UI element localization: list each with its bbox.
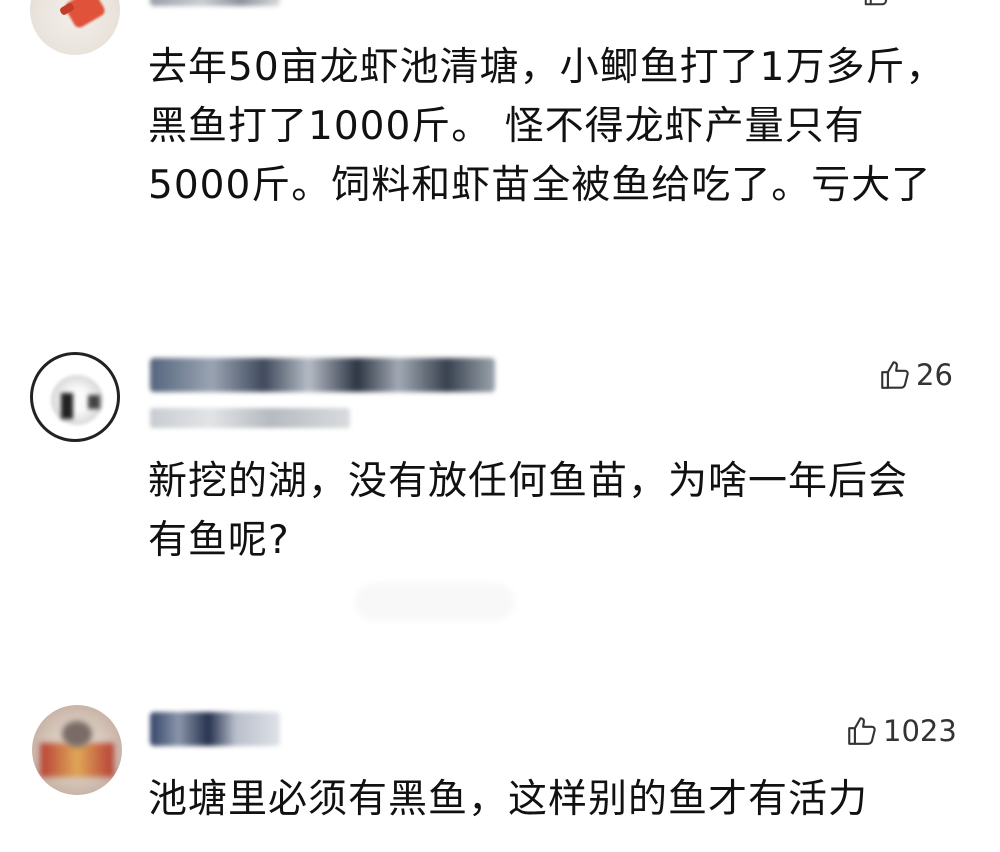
username[interactable] bbox=[150, 712, 280, 746]
comment-item: 去年50亩龙虾池清塘，小鲫鱼打了1万多斤， 黑鱼打了1000斤。 怪不得龙虾产量… bbox=[0, 0, 1000, 300]
thumbs-up-icon bbox=[848, 717, 876, 745]
thumbs-up-icon bbox=[881, 361, 909, 389]
comment-text: 池塘里必须有黑鱼，这样别的鱼才有活力 bbox=[148, 770, 968, 829]
comment-item: 1023 池塘里必须有黑鱼，这样别的鱼才有活力 bbox=[0, 690, 1000, 852]
comment-text: 新挖的湖，没有放任何鱼苗，为啥一年后会 有鱼呢? bbox=[148, 452, 968, 570]
comment-text: 去年50亩龙虾池清塘，小鲫鱼打了1万多斤， 黑鱼打了1000斤。 怪不得龙虾产量… bbox=[148, 38, 968, 215]
comment-line: 5000斤。饲料和虾苗全被鱼给吃了。亏大了 bbox=[148, 163, 932, 208]
thumbs-up-icon bbox=[864, 0, 888, 6]
like-button[interactable]: 1023 bbox=[845, 714, 957, 748]
comment-list: 去年50亩龙虾池清塘，小鲫鱼打了1万多斤， 黑鱼打了1000斤。 怪不得龙虾产量… bbox=[0, 0, 1000, 852]
avatar[interactable] bbox=[32, 705, 122, 795]
like-button[interactable] bbox=[862, 0, 896, 8]
like-count: 1023 bbox=[883, 714, 957, 748]
expand-replies-button[interactable] bbox=[355, 583, 515, 621]
comment-meta bbox=[150, 408, 350, 428]
like-button[interactable]: 26 bbox=[878, 358, 953, 392]
username[interactable] bbox=[150, 358, 495, 392]
avatar[interactable] bbox=[30, 352, 120, 442]
comment-line: 有鱼呢? bbox=[148, 518, 290, 563]
comment-line: 去年50亩龙虾池清塘，小鲫鱼打了1万多斤， bbox=[148, 45, 946, 90]
like-count: 26 bbox=[916, 358, 953, 392]
comment-line: 池塘里必须有黑鱼，这样别的鱼才有活力 bbox=[148, 777, 869, 822]
username[interactable] bbox=[150, 0, 280, 6]
comment-line: 黑鱼打了1000斤。 怪不得龙虾产量只有 bbox=[148, 104, 865, 149]
comment-line: 新挖的湖，没有放任何鱼苗，为啥一年后会 bbox=[148, 459, 909, 504]
avatar[interactable] bbox=[30, 0, 120, 55]
